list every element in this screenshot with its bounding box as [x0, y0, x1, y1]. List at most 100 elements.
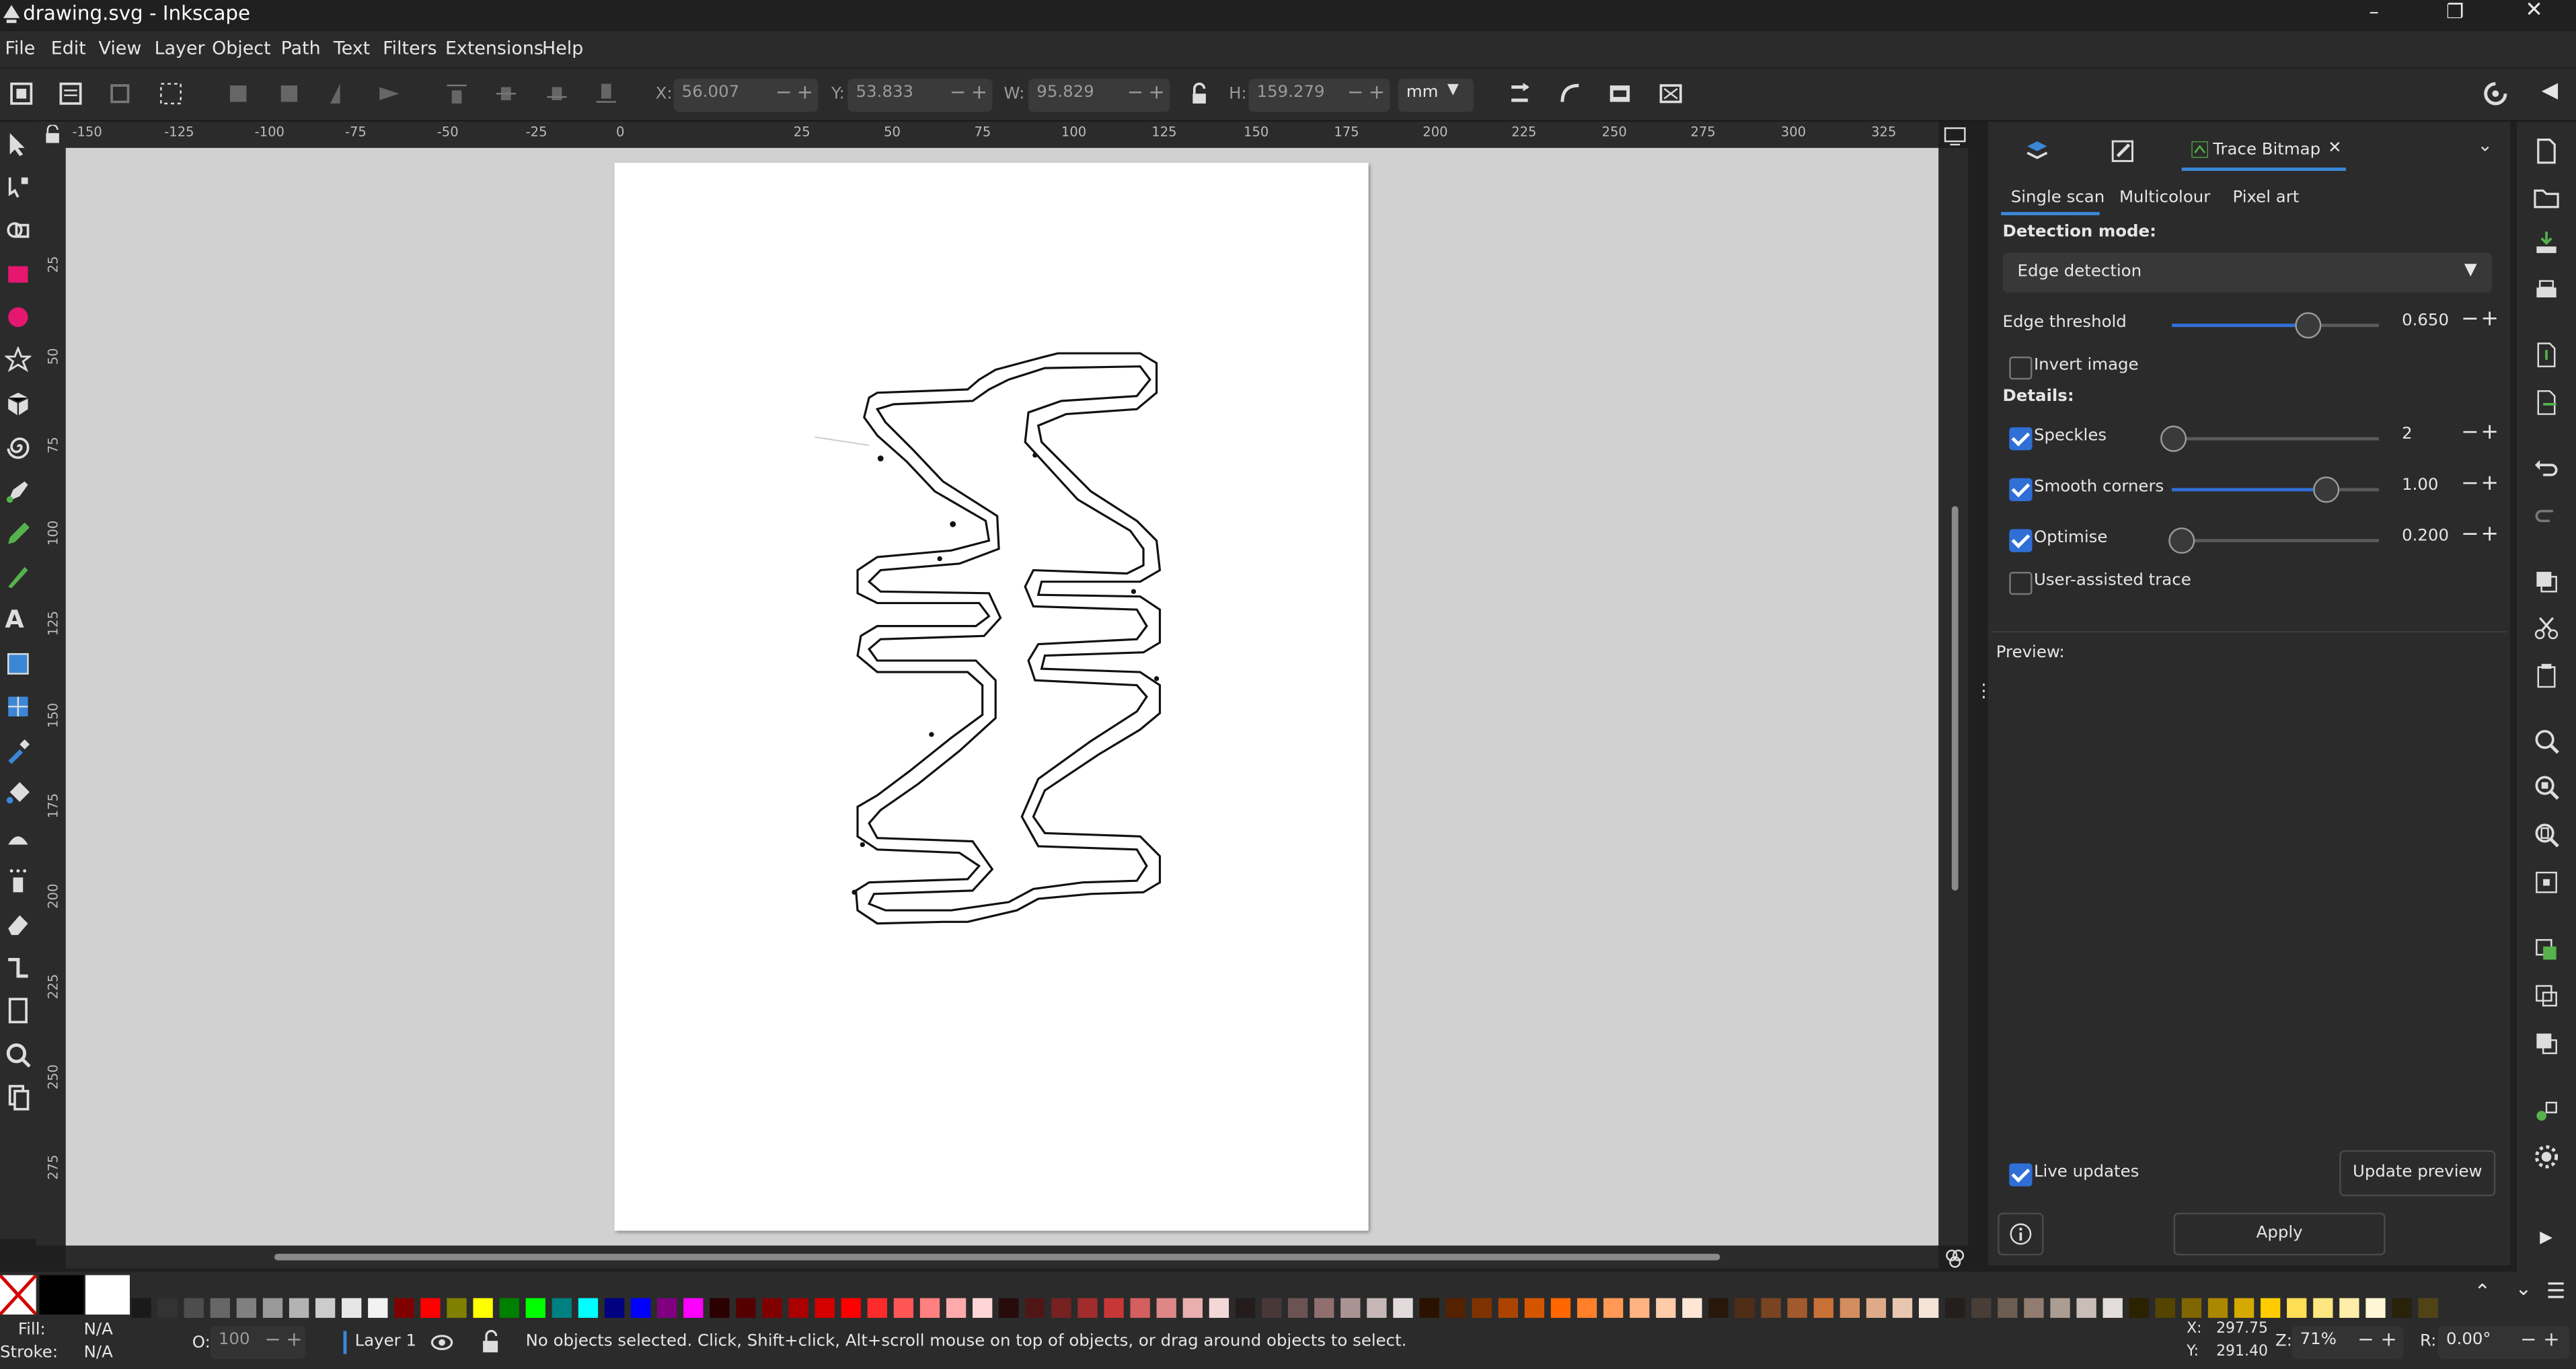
- color-swatch[interactable]: [2155, 1298, 2176, 1320]
- minimize-button[interactable]: –: [2369, 0, 2379, 23]
- menu-extensions[interactable]: Extensions: [445, 38, 543, 59]
- color-swatch[interactable]: [1261, 1298, 1282, 1320]
- color-swatch[interactable]: [157, 1298, 178, 1320]
- smooth-corners-decrement[interactable]: −: [2461, 472, 2479, 496]
- lock-proportions-icon[interactable]: [1186, 81, 1213, 107]
- spiral-tool-icon[interactable]: [5, 434, 31, 460]
- pages-tool-icon[interactable]: [5, 998, 31, 1024]
- color-swatch[interactable]: [893, 1298, 914, 1320]
- color-swatch[interactable]: [1498, 1298, 1518, 1320]
- palette-menu-icon[interactable]: ☰: [2546, 1280, 2565, 1305]
- lock-guides-icon[interactable]: [44, 124, 61, 145]
- color-swatch[interactable]: [683, 1298, 704, 1320]
- color-swatch[interactable]: [1025, 1298, 1045, 1320]
- opacity-field[interactable]: 100 − +: [210, 1326, 306, 1360]
- invert-image-checkbox[interactable]: [2009, 357, 2033, 380]
- color-swatch[interactable]: [473, 1298, 493, 1320]
- color-swatch[interactable]: [2287, 1298, 2307, 1320]
- speckles-checkbox[interactable]: [2009, 427, 2033, 451]
- preferences-icon[interactable]: [2533, 1144, 2559, 1170]
- color-swatch[interactable]: [1156, 1298, 1176, 1320]
- color-swatch[interactable]: [499, 1298, 519, 1320]
- color-swatch[interactable]: [85, 1275, 130, 1315]
- color-swatch[interactable]: [2076, 1298, 2096, 1320]
- opacity-decrement[interactable]: −: [264, 1328, 281, 1351]
- edge-threshold-spin[interactable]: 0.650 − +: [2398, 305, 2499, 342]
- fill-stroke-tab-icon[interactable]: [2109, 138, 2135, 164]
- color-swatch[interactable]: [2207, 1298, 2228, 1320]
- color-swatch[interactable]: [2261, 1298, 2281, 1320]
- color-swatch[interactable]: [552, 1298, 572, 1320]
- unit-select[interactable]: mm ▼: [1398, 79, 1474, 112]
- color-swatch[interactable]: [1077, 1298, 1098, 1320]
- zoom-out[interactable]: −: [2357, 1328, 2374, 1351]
- menu-object[interactable]: Object: [212, 38, 271, 59]
- color-swatch[interactable]: [2050, 1298, 2070, 1320]
- color-swatch[interactable]: [1603, 1298, 1624, 1320]
- color-swatch[interactable]: [973, 1298, 993, 1320]
- mesh-tool-icon[interactable]: [5, 694, 31, 720]
- update-preview-button[interactable]: Update preview: [2339, 1150, 2496, 1197]
- document-page[interactable]: [614, 162, 1369, 1231]
- close-tab-icon[interactable]: ✕: [2328, 140, 2341, 158]
- color-swatch[interactable]: [1945, 1298, 1965, 1320]
- x-decrement[interactable]: −: [775, 81, 792, 104]
- panel-menu-chevron-icon[interactable]: ⌄: [2477, 135, 2493, 156]
- zoom-page-icon[interactable]: [2533, 821, 2559, 848]
- optimise-checkbox[interactable]: [2009, 529, 2033, 552]
- color-swatch[interactable]: [2392, 1298, 2412, 1320]
- color-swatch[interactable]: [1971, 1298, 1992, 1320]
- selector-tool-icon[interactable]: [5, 131, 31, 157]
- stroke-value[interactable]: N/A: [84, 1344, 113, 1362]
- close-window-button[interactable]: ✕: [2525, 0, 2543, 23]
- color-swatch[interactable]: [867, 1298, 888, 1320]
- color-swatch[interactable]: [736, 1298, 756, 1320]
- color-swatch[interactable]: [342, 1298, 362, 1320]
- x-increment[interactable]: +: [797, 81, 814, 104]
- user-assisted-trace-checkbox[interactable]: [2009, 572, 2033, 595]
- ellipse-tool-icon[interactable]: [5, 304, 31, 330]
- color-swatch[interactable]: [2365, 1298, 2386, 1320]
- optimise-increment[interactable]: +: [2480, 523, 2499, 548]
- scale-stroke-icon[interactable]: [1507, 81, 1533, 107]
- calligraphy-tool-icon[interactable]: [5, 564, 31, 590]
- no-paint-swatch[interactable]: [0, 1275, 36, 1315]
- speckles-knob[interactable]: [2160, 425, 2187, 452]
- color-swatch[interactable]: [1472, 1298, 1492, 1320]
- y-decrement[interactable]: −: [950, 81, 967, 104]
- color-swatch[interactable]: [289, 1298, 309, 1320]
- fill-value[interactable]: N/A: [84, 1321, 113, 1339]
- color-managed-icon[interactable]: [1944, 1247, 1967, 1270]
- zoom-field[interactable]: 71% − +: [2291, 1326, 2404, 1360]
- horizontal-scrollbar[interactable]: [65, 1245, 1939, 1269]
- color-swatch[interactable]: [1892, 1298, 1913, 1320]
- color-swatch[interactable]: [210, 1298, 230, 1320]
- color-swatch[interactable]: [131, 1298, 151, 1320]
- color-swatch[interactable]: [1340, 1298, 1361, 1320]
- color-swatch[interactable]: [999, 1298, 1019, 1320]
- import-icon[interactable]: [2533, 342, 2559, 368]
- new-document-icon[interactable]: [2533, 138, 2559, 164]
- tab-multicolour[interactable]: Multicolour: [2119, 189, 2210, 207]
- menu-text[interactable]: Text: [334, 38, 370, 59]
- color-swatch[interactable]: [1761, 1298, 1781, 1320]
- paste-icon[interactable]: [2533, 662, 2559, 688]
- rotation-field[interactable]: 0.00° − +: [2437, 1326, 2570, 1360]
- star-tool-icon[interactable]: [5, 346, 32, 373]
- color-swatch[interactable]: [919, 1298, 940, 1320]
- tweak-tool-icon[interactable]: [5, 825, 31, 851]
- scale-corners-icon[interactable]: [1558, 81, 1584, 107]
- h-decrement[interactable]: −: [1347, 81, 1364, 104]
- measure-tool-icon[interactable]: [5, 1084, 31, 1111]
- apply-button[interactable]: Apply: [2173, 1212, 2386, 1256]
- paint-bucket-tool-icon[interactable]: [5, 780, 31, 807]
- rotate-increment[interactable]: +: [2543, 1328, 2560, 1351]
- color-swatch[interactable]: [1419, 1298, 1439, 1320]
- color-swatch[interactable]: [1314, 1298, 1334, 1320]
- speckles-spin[interactable]: 2 − +: [2398, 419, 2499, 455]
- menu-edit[interactable]: Edit: [51, 38, 86, 59]
- color-swatch[interactable]: [1998, 1298, 2018, 1320]
- canvas[interactable]: [65, 147, 1939, 1246]
- edge-threshold-increment[interactable]: +: [2480, 307, 2499, 332]
- zoom-in[interactable]: +: [2380, 1328, 2397, 1351]
